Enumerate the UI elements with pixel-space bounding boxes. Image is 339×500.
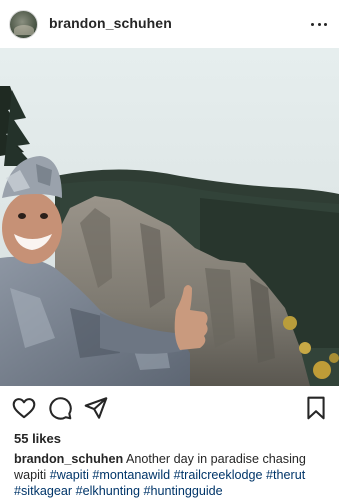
post-photo-image bbox=[0, 48, 339, 386]
avatar[interactable] bbox=[9, 10, 38, 39]
bookmark-icon[interactable] bbox=[303, 395, 329, 421]
hashtag-link[interactable]: #sitkagear bbox=[14, 484, 72, 498]
hashtag-link[interactable]: #montanawild bbox=[92, 468, 170, 482]
hashtag-link[interactable]: #elkhunting bbox=[76, 484, 140, 498]
hashtag-link[interactable]: #wapiti bbox=[50, 468, 89, 482]
hashtag-link[interactable]: #huntingguide bbox=[144, 484, 223, 498]
more-options-button[interactable] bbox=[311, 14, 327, 34]
post-username[interactable]: brandon_schuhen bbox=[49, 15, 172, 31]
comment-bubble-icon[interactable] bbox=[47, 395, 73, 421]
post-header: brandon_schuhen bbox=[0, 0, 339, 48]
hashtag-link[interactable]: #trailcreeklodge bbox=[174, 468, 263, 482]
hashtag-link[interactable]: #therut bbox=[266, 468, 305, 482]
likes-count[interactable]: 55 likes bbox=[14, 431, 61, 446]
post-actions bbox=[0, 395, 339, 423]
heart-icon[interactable] bbox=[11, 395, 37, 421]
post-photo[interactable] bbox=[0, 48, 339, 386]
post-caption: brandon_schuhen Another day in paradise … bbox=[14, 451, 332, 499]
caption-username[interactable]: brandon_schuhen bbox=[14, 452, 123, 466]
paper-plane-icon[interactable] bbox=[83, 395, 109, 421]
more-horizontal-icon bbox=[311, 22, 314, 26]
